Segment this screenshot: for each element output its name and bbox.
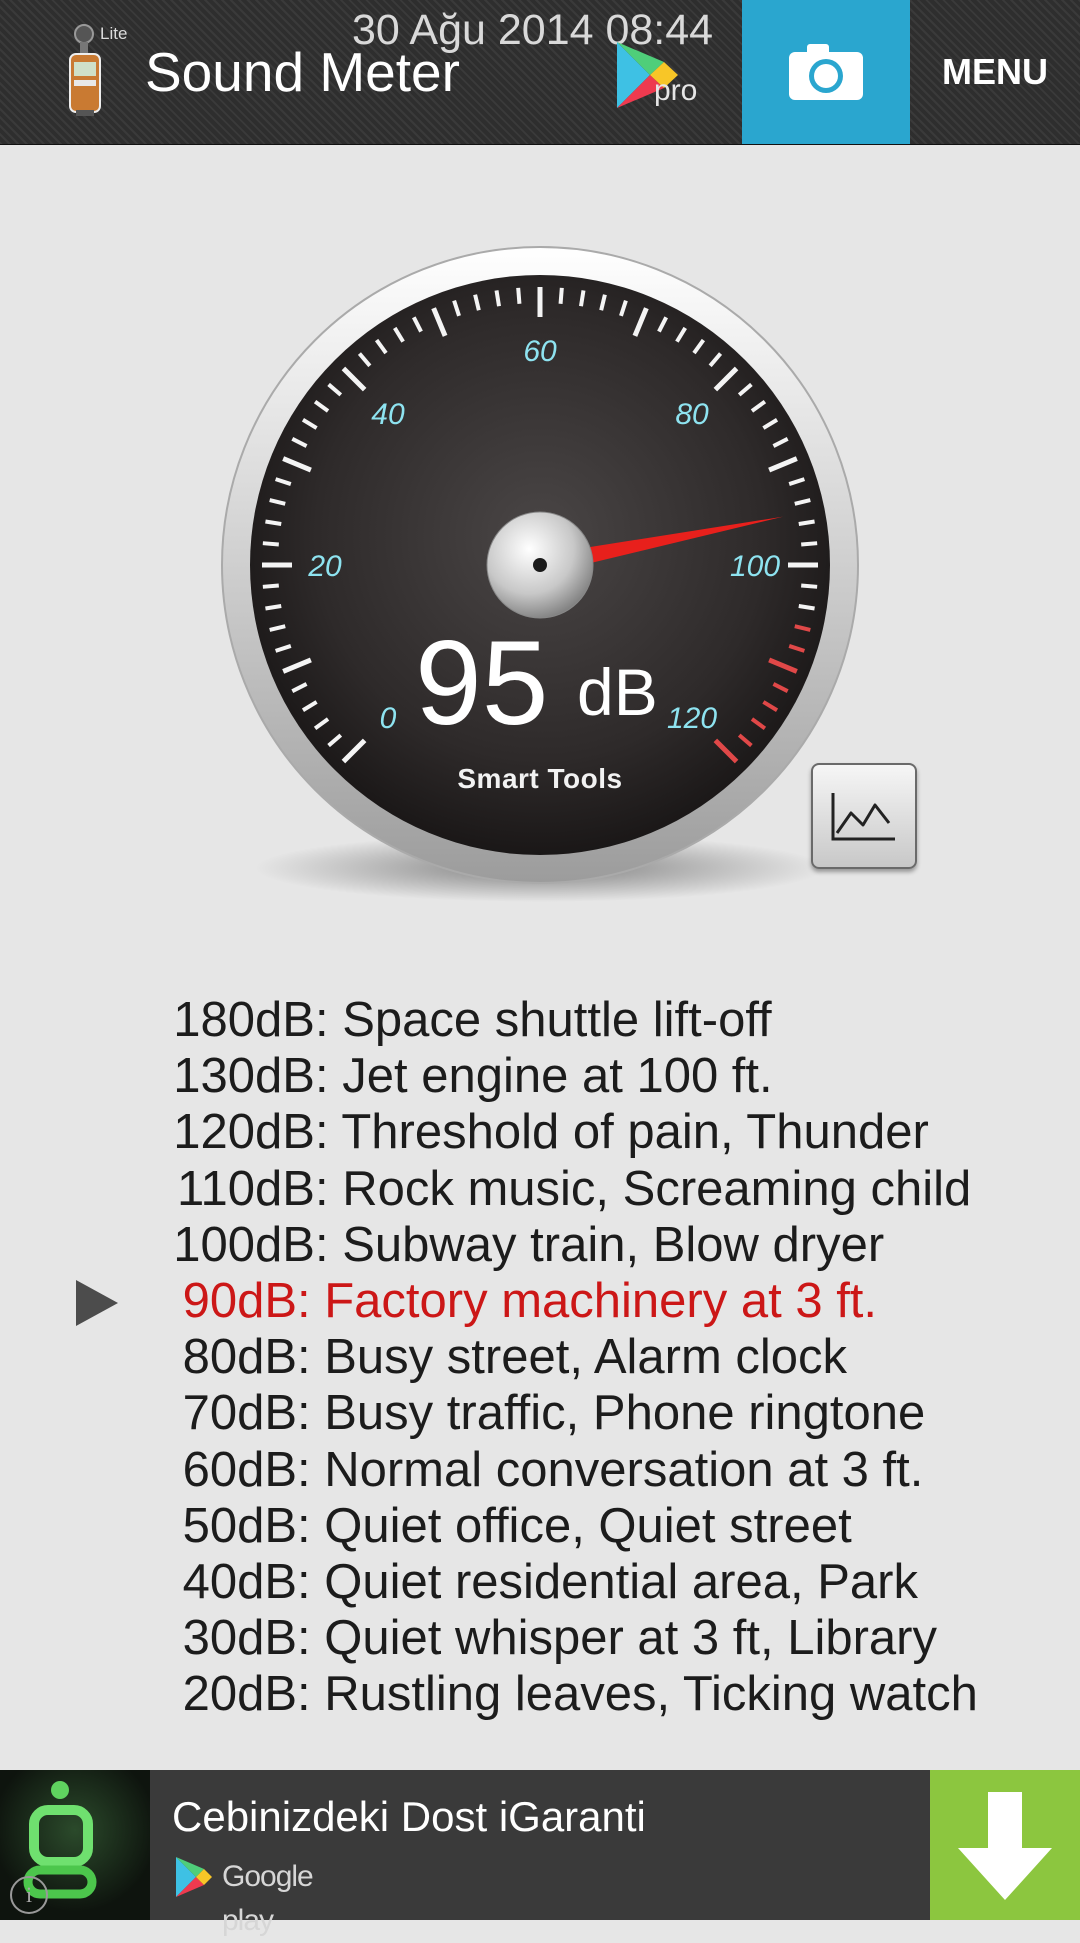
level-description: : Factory machinery at 3 ft. bbox=[297, 1273, 878, 1328]
level-label: 110dB bbox=[176, 1161, 315, 1216]
list-item: 180dB: Space shuttle lift-off bbox=[0, 992, 1080, 1048]
level-description: : Quiet residential area, Park bbox=[297, 1554, 918, 1609]
gauge-tick bbox=[262, 541, 279, 547]
level-label: 40dB bbox=[182, 1554, 297, 1609]
gauge-tick bbox=[579, 290, 586, 307]
list-item: 40dB: Quiet residential area, Park bbox=[0, 1554, 1080, 1610]
sound-level-gauge: 0 20 40 60 80 100 120 95 dB Smart Tools bbox=[215, 240, 865, 920]
level-label: 120dB bbox=[173, 1105, 315, 1160]
level-label: 70dB bbox=[182, 1386, 297, 1441]
get-pro-button[interactable]: pro bbox=[612, 40, 707, 115]
level-label: 60dB bbox=[182, 1442, 297, 1497]
gauge-tick bbox=[494, 290, 501, 307]
google-play-label: Google play bbox=[222, 1860, 314, 1937]
level-description: : Rustling leaves, Ticking watch bbox=[297, 1667, 978, 1722]
download-arrow-icon bbox=[958, 1792, 1052, 1900]
decibel-value: 95 bbox=[415, 616, 549, 750]
line-graph-icon bbox=[831, 793, 895, 841]
list-item: 30dB: Quiet whisper at 3 ft, Library bbox=[0, 1610, 1080, 1666]
list-item: 20dB: Rustling leaves, Ticking watch bbox=[0, 1666, 1080, 1722]
graph-button[interactable] bbox=[811, 763, 917, 869]
level-description: : Rock music, Screaming child bbox=[315, 1161, 972, 1216]
list-item: 60dB: Normal conversation at 3 ft. bbox=[0, 1442, 1080, 1498]
app-lite-badge: Lite bbox=[100, 24, 128, 43]
level-label: 20dB bbox=[182, 1667, 297, 1722]
tick-label-80: 80 bbox=[675, 398, 709, 431]
level-description: : Quiet whisper at 3 ft, Library bbox=[297, 1611, 937, 1666]
list-item: 110dB: Rock music, Screaming child bbox=[0, 1161, 1080, 1217]
level-description: : Quiet office, Quiet street bbox=[297, 1498, 852, 1553]
level-label: 50dB bbox=[182, 1498, 297, 1553]
level-description: : Threshold of pain, Thunder bbox=[315, 1105, 929, 1160]
gauge-tick bbox=[558, 287, 564, 304]
tick-label-40: 40 bbox=[371, 398, 405, 431]
google-play-icon bbox=[176, 1857, 212, 1897]
level-label: 90dB bbox=[182, 1273, 297, 1328]
ad-banner[interactable]: i Cebinizdeki Dost iGaranti Google play bbox=[0, 1770, 1080, 1937]
level-description: : Busy traffic, Phone ringtone bbox=[297, 1386, 926, 1441]
list-item-current: 90dB: Factory machinery at 3 ft. bbox=[0, 1273, 1080, 1329]
level-description: : Subway train, Blow dryer bbox=[315, 1217, 885, 1272]
tick-label-0: 0 bbox=[380, 702, 397, 735]
tick-label-120: 120 bbox=[667, 702, 717, 735]
ad-title[interactable]: Cebinizdeki Dost iGaranti bbox=[172, 1792, 646, 1842]
list-item: 120dB: Threshold of pain, Thunder bbox=[0, 1104, 1080, 1160]
level-description: : Normal conversation at 3 ft. bbox=[297, 1442, 924, 1497]
menu-button[interactable]: MENU bbox=[910, 0, 1080, 144]
tick-label-20: 20 bbox=[307, 550, 342, 583]
gauge-hub-pin bbox=[533, 558, 547, 572]
gauge-tick bbox=[798, 519, 815, 526]
list-item: 80dB: Busy street, Alarm clock bbox=[0, 1329, 1080, 1385]
camera-button[interactable] bbox=[742, 0, 910, 144]
level-label: 80dB bbox=[182, 1330, 297, 1385]
level-label: 180dB bbox=[173, 993, 315, 1047]
level-description: : Busy street, Alarm clock bbox=[297, 1330, 848, 1385]
top-app-bar: Lite Sound Meter 30 Ağu 2014 08:44 pro M… bbox=[0, 0, 1080, 145]
gauge-tick bbox=[265, 519, 282, 526]
level-label: 130dB bbox=[173, 1049, 315, 1104]
gauge-tick bbox=[262, 583, 279, 589]
list-item: 130dB: Jet engine at 100 ft. bbox=[0, 1048, 1080, 1104]
brand-label: Smart Tools bbox=[457, 763, 623, 794]
gauge-tick bbox=[265, 604, 282, 611]
camera-icon bbox=[789, 44, 863, 100]
gauge-tick bbox=[801, 541, 818, 547]
tick-label-60: 60 bbox=[523, 335, 557, 368]
list-item: 100dB: Subway train, Blow dryer bbox=[0, 1217, 1080, 1273]
gauge-tick bbox=[801, 583, 818, 589]
level-label: 30dB bbox=[182, 1611, 297, 1666]
list-item: 70dB: Busy traffic, Phone ringtone bbox=[0, 1385, 1080, 1441]
level-label: 100dB bbox=[173, 1217, 315, 1272]
pro-label: pro bbox=[654, 74, 698, 107]
ad-download-button[interactable] bbox=[930, 1770, 1080, 1920]
decibel-reference-list: 180dB: Space shuttle lift-off 130dB: Jet… bbox=[0, 992, 1080, 1722]
decibel-unit: dB bbox=[577, 655, 658, 729]
gauge-dial: 0 20 40 60 80 100 120 bbox=[221, 246, 859, 902]
ad-info-icon[interactable]: i bbox=[10, 1876, 48, 1914]
gauge-tick bbox=[798, 604, 815, 611]
tick-label-100: 100 bbox=[730, 550, 780, 583]
gauge-tick bbox=[516, 287, 522, 304]
level-description: : Space shuttle lift-off bbox=[315, 993, 772, 1047]
level-description: : Jet engine at 100 ft. bbox=[315, 1049, 773, 1104]
list-item: 50dB: Quiet office, Quiet street bbox=[0, 1498, 1080, 1554]
